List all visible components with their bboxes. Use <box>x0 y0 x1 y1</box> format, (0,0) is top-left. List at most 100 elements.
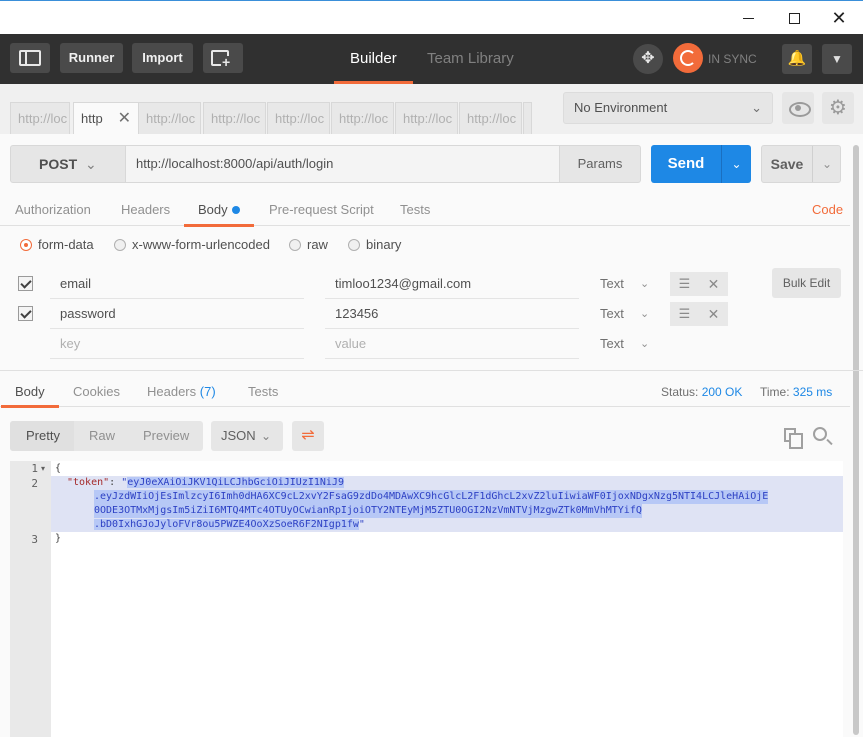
row-checkbox[interactable] <box>18 306 33 321</box>
tab-builder[interactable]: Builder <box>334 34 413 84</box>
row-checkbox[interactable] <box>18 276 33 291</box>
eye-icon[interactable] <box>782 92 814 124</box>
line-number: 1 <box>31 462 38 475</box>
copy-icon[interactable] <box>784 428 803 449</box>
form-value-input[interactable]: 123456 <box>325 299 579 329</box>
language-select[interactable]: JSON ⌄ <box>211 421 283 451</box>
chevron-down-icon: ⌄ <box>751 100 762 115</box>
minimize-icon[interactable] <box>738 7 760 29</box>
interceptor-icon[interactable]: ✥ <box>633 44 663 74</box>
tab-body[interactable]: Body <box>184 194 254 227</box>
scrollbar[interactable] <box>851 145 861 735</box>
json-colon: : <box>109 477 122 488</box>
modified-dot-icon <box>231 206 240 214</box>
environment-select-value: No Environment <box>574 100 668 115</box>
headers-count: (7) <box>199 384 216 399</box>
send-button[interactable]: Send ⌄ <box>651 145 751 183</box>
form-key-input[interactable]: password <box>50 299 304 329</box>
new-tab-button[interactable]: + <box>203 43 243 73</box>
status-readout: Status: 200 OK <box>661 377 742 407</box>
form-value-input[interactable]: value <box>325 329 579 359</box>
code-line: .bD0IxhGJoJyloFVr8ou5PWZE4OoXzSoeR6F2NIg… <box>94 518 365 532</box>
code-line: .eyJzdWIiOjEsImlzcyI6Imh0dHA6XC9cL2xvY2F… <box>94 490 769 504</box>
url-input[interactable]: http://localhost:8000/api/auth/login <box>126 145 560 183</box>
chevron-down-icon[interactable]: ⌄ <box>812 146 841 182</box>
tab-authorization[interactable]: Authorization <box>15 194 91 226</box>
chevron-down-icon[interactable]: ⌄ <box>721 145 751 183</box>
tab-team-library[interactable]: Team Library <box>427 34 514 84</box>
params-button[interactable]: Params <box>559 145 641 183</box>
import-button[interactable]: Import <box>132 43 193 73</box>
format-preview-button[interactable]: Preview <box>143 421 189 451</box>
save-button[interactable]: Save ⌄ <box>761 145 841 183</box>
delete-row-icon[interactable]: ✕ <box>699 272 728 296</box>
chevron-down-icon[interactable]: ▼ <box>822 44 852 74</box>
chevron-down-icon[interactable]: ⌄ <box>640 299 649 329</box>
tab-response-body[interactable]: Body <box>1 377 59 408</box>
search-icon[interactable] <box>813 427 827 441</box>
request-tab[interactable]: http://loc <box>203 102 266 134</box>
runner-button[interactable]: Runner <box>60 43 123 73</box>
form-key-input[interactable]: key <box>50 329 304 359</box>
radio-selected-icon <box>20 239 32 251</box>
response-tabs: Body Cookies Headers (7) Tests Status: 2… <box>0 377 850 408</box>
chevron-down-icon[interactable]: ⌄ <box>640 329 649 359</box>
chevron-down-icon: ⌄ <box>85 156 97 172</box>
type-select[interactable]: Text <box>600 269 624 299</box>
tab-tests[interactable]: Tests <box>400 194 430 226</box>
form-value-input[interactable]: timloo1234@gmail.com <box>325 269 579 299</box>
plus-icon: + <box>221 54 232 70</box>
tab-response-tests[interactable]: Tests <box>248 377 278 407</box>
request-tab-active[interactable]: http ✕ <box>73 102 139 134</box>
environment-select[interactable]: No Environment ⌄ <box>563 92 773 124</box>
scrollbar-thumb[interactable] <box>853 145 859 735</box>
radio-label: form-data <box>38 237 94 252</box>
request-tab[interactable]: http://loc <box>10 102 70 134</box>
chevron-down-icon[interactable]: ⌄ <box>640 269 649 299</box>
form-row: password 123456 Text ⌄ ☰ ✕ <box>0 299 850 329</box>
tab-pre-request-script[interactable]: Pre-request Script <box>269 194 374 226</box>
drag-handle-icon[interactable]: ☰ <box>670 302 699 326</box>
request-tab-overflow[interactable] <box>523 102 532 134</box>
format-raw-button[interactable]: Raw <box>89 421 115 451</box>
bulk-edit-button[interactable]: Bulk Edit <box>772 268 841 298</box>
response-editor[interactable]: 1 ▾ 2 3 { "token": "eyJ0eXAiOiJKV1QiLCJh… <box>10 461 843 737</box>
type-select[interactable]: Text <box>600 329 624 359</box>
app-header: Runner Import + Builder Team Library ✥ I… <box>0 34 863 84</box>
close-tab-icon[interactable]: ✕ <box>118 103 131 134</box>
request-tab[interactable]: http://loc <box>395 102 458 134</box>
fold-arrow-icon[interactable]: ▾ <box>41 464 45 473</box>
time-label: Time: <box>760 385 790 399</box>
code-link[interactable]: Code <box>812 194 843 226</box>
line-gutter <box>10 461 51 737</box>
status-label: Status: <box>661 385 699 399</box>
line-number: 3 <box>31 533 38 546</box>
type-select[interactable]: Text <box>600 299 624 329</box>
sync-icon[interactable] <box>673 43 703 73</box>
close-icon[interactable]: ✕ <box>828 7 850 29</box>
tab-headers[interactable]: Headers <box>121 194 170 226</box>
gear-icon[interactable]: ⚙ <box>822 92 854 124</box>
drag-handle-icon[interactable]: ☰ <box>670 272 699 296</box>
time-readout: Time: 325 ms <box>760 377 832 407</box>
radio-label: binary <box>366 237 402 252</box>
method-select[interactable]: POST ⌄ <box>10 145 126 183</box>
tab-body-label: Body <box>198 202 228 217</box>
tab-response-headers[interactable]: Headers (7) <box>147 377 216 407</box>
json-string: 0ODE3OTMxMjgsIm5iZiI6MTQ4MTc4OTUyOCwianR… <box>94 505 642 516</box>
request-tab[interactable]: http://loc <box>459 102 522 134</box>
wrap-lines-icon[interactable]: ⇌ <box>292 421 324 451</box>
format-pretty-button[interactable]: Pretty <box>26 421 60 451</box>
toggle-sidebar-button[interactable] <box>10 43 50 73</box>
notifications-bell-icon[interactable]: 🔔 <box>782 44 812 74</box>
delete-row-icon[interactable]: ✕ <box>699 302 728 326</box>
section-divider <box>0 370 863 371</box>
maximize-icon[interactable] <box>783 7 805 29</box>
request-tab[interactable]: http://loc <box>138 102 201 134</box>
language-value: JSON <box>221 428 256 443</box>
form-key-input[interactable]: email <box>50 269 304 299</box>
request-tab[interactable]: http://loc <box>267 102 330 134</box>
tab-cookies[interactable]: Cookies <box>73 377 120 407</box>
json-quote: " <box>358 519 365 530</box>
request-tab[interactable]: http://loc <box>331 102 394 134</box>
